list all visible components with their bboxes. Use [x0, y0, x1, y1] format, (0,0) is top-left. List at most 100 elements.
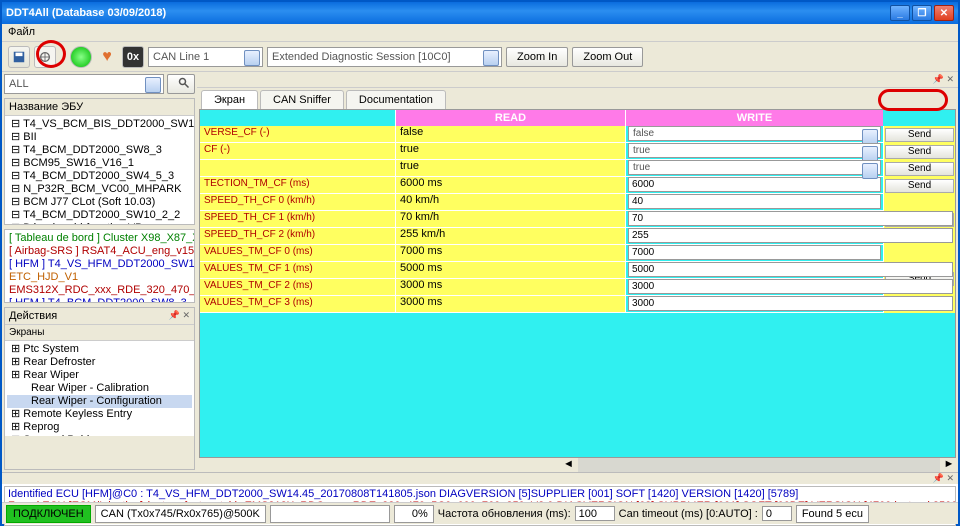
- ecu-item[interactable]: ⊟ T4_BCM_DDT2000_SW8_3: [7, 144, 192, 157]
- send-button[interactable]: Send: [885, 162, 954, 176]
- status-connected: ПОДКЛЮЧЕН: [6, 505, 91, 523]
- action-item[interactable]: ⊞ Rear Defroster: [7, 356, 192, 369]
- zoom-out-button[interactable]: Zoom Out: [572, 47, 643, 67]
- timeout-input[interactable]: [762, 506, 792, 521]
- menu-file[interactable]: Файл: [8, 26, 35, 38]
- param-read: 40 km/h: [395, 194, 625, 210]
- param-label: TECTION_TM_CF (ms): [200, 177, 395, 193]
- tab-screen[interactable]: Экран: [201, 90, 258, 109]
- tab-can-sniffer[interactable]: CAN Sniffer: [260, 90, 344, 109]
- action-item[interactable]: ⊞ Reprog: [7, 421, 192, 434]
- restore-button[interactable]: ❐: [912, 5, 932, 21]
- ecu-item[interactable]: ⊟ T4_VS_BCM_BIS_DDT2000_SW13_1: [7, 118, 192, 131]
- param-read: true: [395, 160, 625, 176]
- action-item[interactable]: Rear Wiper - Configuration: [7, 395, 192, 408]
- param-write-combo[interactable]: true: [628, 143, 881, 158]
- refresh-icon[interactable]: [70, 46, 92, 68]
- send-button[interactable]: Send: [885, 145, 954, 159]
- param-write-combo[interactable]: true: [628, 160, 881, 175]
- param-read: 7000 ms: [395, 245, 625, 261]
- param-write-input[interactable]: [628, 177, 881, 192]
- session-item[interactable]: [ Airbag-SRS ] RSAT4_ACU_eng_v15: [7, 245, 192, 258]
- param-row: CF (-)truetrueSend: [200, 143, 955, 160]
- action-item[interactable]: ⊞ Ptc System: [7, 343, 192, 356]
- param-row: VALUES_TM_CF 2 (ms)3000 ms: [200, 279, 955, 296]
- param-write-input[interactable]: [628, 194, 881, 209]
- param-row: VERSE_CF (-)falsefalseSend: [200, 126, 955, 143]
- status-progress: 0%: [394, 505, 434, 523]
- param-read: 3000 ms: [395, 279, 625, 295]
- param-write-input[interactable]: [628, 228, 953, 243]
- session-item[interactable]: EMS312X_RDC_xxx_RDE_320_470_5C0_600_760_…: [7, 284, 192, 297]
- pin-icon[interactable]: 📌 ✕: [933, 74, 954, 85]
- actions-header: Действия: [9, 310, 57, 322]
- refresh-input[interactable]: [575, 506, 615, 521]
- param-write-cell: true: [625, 143, 883, 159]
- param-write-cell: [625, 279, 955, 295]
- session-select[interactable]: Extended Diagnostic Session [10C0]: [267, 47, 502, 67]
- param-write-input[interactable]: [628, 262, 953, 277]
- session-item[interactable]: [ HFM ] T4_BCM_DDT2000_SW8_3: [7, 297, 192, 302]
- close-button[interactable]: ✕: [934, 5, 954, 21]
- action-tree[interactable]: ⊞ Ptc System⊞ Rear Defroster⊞ Rear Wiper…: [5, 341, 194, 436]
- param-read: true: [395, 143, 625, 159]
- toolbar: ♥ 0x CAN Line 1 Extended Diagnostic Sess…: [2, 42, 958, 72]
- status-can: CAN (Tx0x745/Rx0x765)@500K: [95, 505, 266, 523]
- param-write-input[interactable]: [628, 296, 953, 311]
- pin-icon[interactable]: 📌 ✕: [169, 310, 190, 322]
- ecu-list-header: Название ЭБУ: [9, 101, 83, 113]
- param-write-cell: [625, 177, 883, 193]
- action-item[interactable]: ⊞ Remote Keyless Entry: [7, 408, 192, 421]
- param-row: VALUES_TM_CF 3 (ms)3000 ms: [200, 296, 955, 313]
- ecu-tree[interactable]: ⊟ T4_VS_BCM_BIS_DDT2000_SW13_1⊟ BII⊟ T4_…: [5, 116, 194, 224]
- ecu-item[interactable]: ⊟ T4_BCM_DDT2000_SW10_2_2: [7, 209, 192, 222]
- hex-mode-icon[interactable]: 0x: [122, 46, 144, 68]
- ecu-item[interactable]: ⊟ Décodeur bi-fonction VP: [7, 222, 192, 224]
- param-write-combo[interactable]: false: [628, 126, 881, 141]
- tab-documentation[interactable]: Documentation: [346, 90, 446, 109]
- param-write-cell: true: [625, 160, 883, 176]
- send-button[interactable]: Send: [885, 179, 954, 193]
- action-item[interactable]: ⊞ Secured Pairing: [7, 434, 192, 436]
- ecu-item[interactable]: ⊟ BCM J77 CLot (Soft 10.03): [7, 196, 192, 209]
- status-found: Found 5 ecu: [796, 505, 869, 523]
- ecu-item[interactable]: ⊟ T4_BCM_DDT2000_SW4_5_3: [7, 170, 192, 183]
- param-write-cell: [625, 194, 883, 210]
- param-write-input[interactable]: [628, 279, 953, 294]
- ecu-item[interactable]: ⊟ BII: [7, 131, 192, 144]
- action-item[interactable]: Rear Wiper - Calibration: [7, 382, 192, 395]
- session-list[interactable]: [ Tableau de bord ] Cluster X98_X87_X82_…: [5, 230, 194, 302]
- filter-combo[interactable]: ALL: [4, 74, 164, 94]
- send-button[interactable]: Send: [885, 128, 954, 142]
- zoom-in-button[interactable]: Zoom In: [506, 47, 568, 67]
- search-button[interactable]: [167, 74, 195, 94]
- param-label: VERSE_CF (-): [200, 126, 395, 142]
- timeout-label: Can timeout (ms) [0:AUTO] :: [619, 508, 758, 520]
- screens-header: Экраны: [5, 325, 194, 341]
- param-write-input[interactable]: [628, 245, 881, 260]
- param-write-cell: [625, 228, 955, 244]
- session-item[interactable]: [ HFM ] T4_VS_HFM_DDT2000_SW14.45: [7, 258, 192, 271]
- param-write-cell: false: [625, 126, 883, 142]
- ecu-item[interactable]: ⊟ BCM95_SW16_V16_1: [7, 157, 192, 170]
- minimize-button[interactable]: _: [890, 5, 910, 21]
- param-label: VALUES_TM_CF 3 (ms): [200, 296, 395, 312]
- param-read: 3000 ms: [395, 296, 625, 312]
- session-item[interactable]: ETC_HJD_V1: [7, 271, 192, 284]
- tabs: Экран CAN Sniffer Documentation: [197, 88, 958, 109]
- bus-select[interactable]: CAN Line 1: [148, 47, 263, 67]
- param-row: SPEED_TH_CF 1 (km/h)70 km/h: [200, 211, 955, 228]
- pin-icon[interactable]: 📌 ✕: [933, 473, 954, 484]
- heart-icon[interactable]: ♥: [96, 46, 118, 68]
- read-header: READ: [395, 110, 625, 126]
- action-item[interactable]: ⊞ Rear Wiper: [7, 369, 192, 382]
- session-item[interactable]: [ Tableau de bord ] Cluster X98_X87_X82_…: [7, 232, 192, 245]
- log-line: Identified ECU [HFM]@C0 : T4_VS_HFM_DDT2…: [8, 488, 952, 500]
- scan-ecu-icon[interactable]: [34, 46, 56, 68]
- param-label: SPEED_TH_CF 0 (km/h): [200, 194, 395, 210]
- ecu-item[interactable]: ⊟ N_P32R_BCM_VC00_MHPARK: [7, 183, 192, 196]
- left-sidebar: ALL Название ЭБУ ⊟ T4_VS_BCM_BIS_DDT2000…: [2, 72, 197, 472]
- param-write-input[interactable]: [628, 211, 953, 226]
- param-row: SPEED_TH_CF 0 (km/h)40 km/hSend: [200, 194, 955, 211]
- save-icon[interactable]: [8, 46, 30, 68]
